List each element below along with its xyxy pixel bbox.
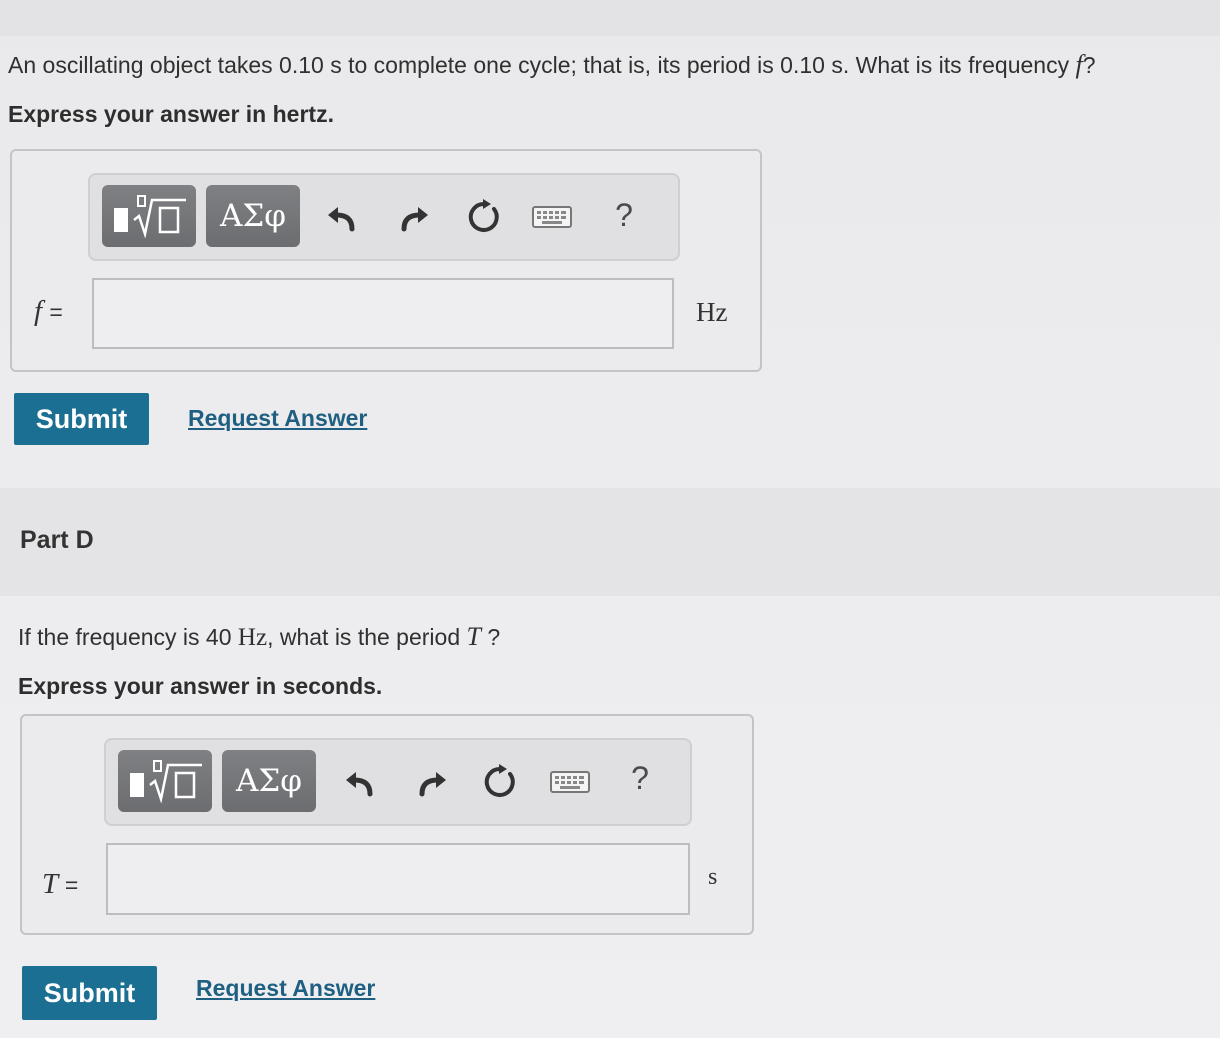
- part-c-question-text: An oscillating object takes 0.10 s to co…: [8, 52, 1076, 78]
- part-c-math-toolbar: ΑΣφ ?: [88, 173, 680, 261]
- part-d-question-mid: , what is the period: [267, 624, 467, 650]
- part-d-answer-frame: ΑΣφ ? T = s: [20, 714, 754, 935]
- redo-button[interactable]: [410, 760, 454, 804]
- part-d-header: [0, 488, 1220, 596]
- help-button[interactable]: ?: [602, 193, 646, 237]
- part-d-unit: s: [708, 864, 718, 890]
- keyboard-button[interactable]: [530, 195, 574, 239]
- undo-button[interactable]: [320, 195, 364, 239]
- part-d-variable-label: T =: [42, 868, 78, 901]
- part-d-variable: T: [42, 868, 58, 900]
- part-d-equals: =: [64, 872, 79, 898]
- reset-icon: [484, 764, 515, 797]
- greek-symbols-button[interactable]: ΑΣφ: [222, 750, 316, 812]
- templates-button[interactable]: [118, 750, 212, 812]
- part-c-variable-label: f =: [34, 295, 63, 328]
- part-c-answer-frame: ΑΣφ ? f = Hz: [10, 149, 762, 372]
- part-d-question-variable: T: [466, 622, 481, 651]
- fraction-root-template-icon: [114, 195, 186, 238]
- fraction-root-template-icon: [130, 760, 202, 803]
- part-d-request-answer-link[interactable]: Request Answer: [196, 975, 375, 1002]
- reset-icon: [468, 199, 499, 232]
- reset-button[interactable]: [478, 760, 522, 804]
- keyboard-button[interactable]: [548, 760, 592, 804]
- keyboard-icon: [550, 771, 590, 793]
- part-d-math-toolbar: ΑΣφ ?: [104, 738, 692, 826]
- part-c-unit: Hz: [696, 297, 728, 327]
- part-d-question-end: ?: [480, 624, 501, 650]
- redo-icon: [401, 207, 428, 232]
- part-d-answer-input[interactable]: [106, 843, 690, 915]
- part-c-question-end: ?: [1082, 52, 1096, 78]
- redo-icon: [419, 772, 446, 797]
- help-button[interactable]: ?: [618, 756, 662, 800]
- part-c-answer-input[interactable]: [92, 278, 674, 349]
- templates-button[interactable]: [102, 185, 196, 247]
- undo-icon: [346, 772, 373, 797]
- part-c-request-answer-link[interactable]: Request Answer: [188, 405, 367, 432]
- part-d-submit-button[interactable]: Submit: [22, 966, 157, 1020]
- undo-button[interactable]: [338, 760, 382, 804]
- part-c-instruction: Express your answer in hertz.: [8, 101, 334, 127]
- part-c-equals: =: [49, 299, 63, 325]
- part-d-question-unit: Hz: [237, 624, 268, 651]
- top-band: [0, 0, 1220, 36]
- undo-icon: [328, 207, 355, 232]
- part-c-submit-button[interactable]: Submit: [14, 393, 149, 445]
- redo-button[interactable]: [392, 195, 436, 239]
- part-c-question: An oscillating object takes 0.10 s to co…: [8, 50, 1096, 80]
- part-d-question-text: If the frequency is 40: [18, 624, 238, 650]
- keyboard-icon: [532, 206, 572, 228]
- part-d-title[interactable]: Part D: [20, 526, 94, 555]
- greek-symbols-button[interactable]: ΑΣφ: [206, 185, 300, 247]
- part-c-variable: f: [34, 295, 43, 327]
- part-d-instruction: Express your answer in seconds.: [18, 673, 383, 699]
- reset-button[interactable]: [462, 195, 506, 239]
- part-c-question-variable: f: [1075, 50, 1083, 79]
- part-d-question: If the frequency is 40 Hz, what is the p…: [18, 622, 500, 652]
